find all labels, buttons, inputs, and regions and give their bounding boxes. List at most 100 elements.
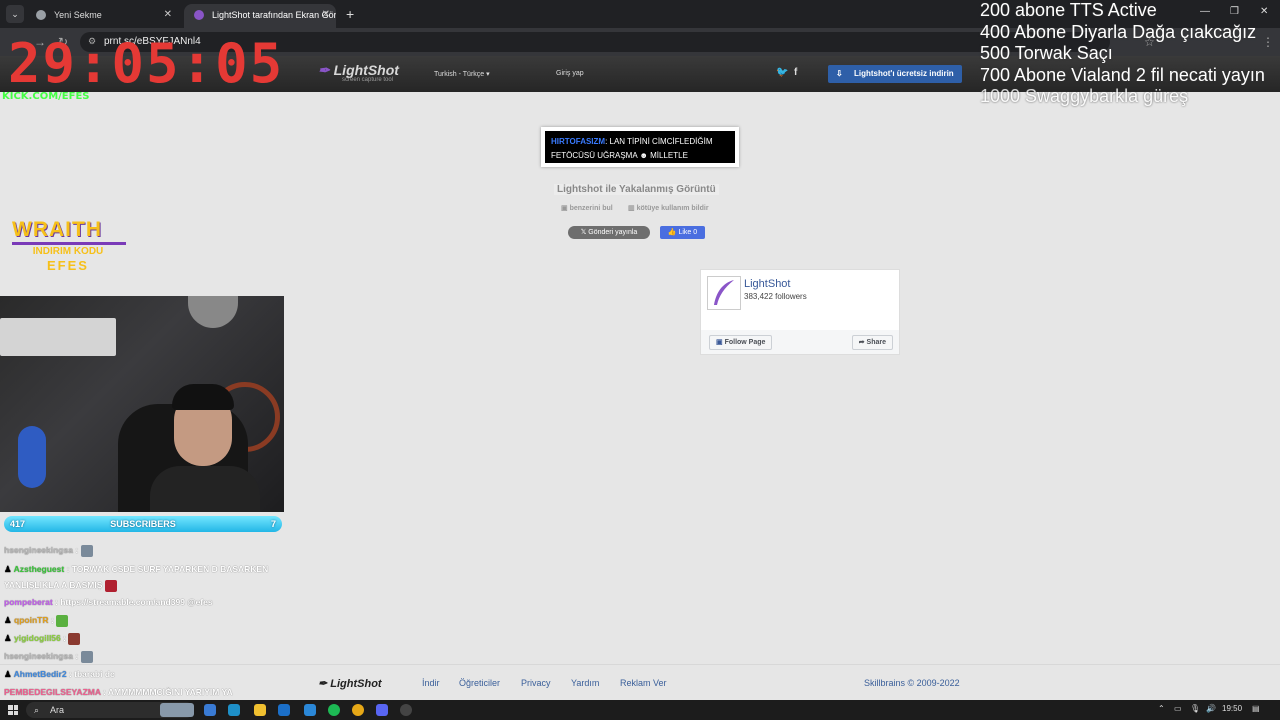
- footer-link-download[interactable]: İndir: [422, 678, 440, 688]
- emote-icon: [80, 544, 93, 557]
- screenshot-text: MİLLETLE: [650, 151, 688, 160]
- webcam-feed: [0, 296, 284, 512]
- file-explorer-icon[interactable]: [254, 704, 266, 716]
- notification-icon[interactable]: ▤: [1252, 704, 1260, 713]
- microphone: [18, 426, 46, 488]
- report-abuse-link[interactable]: ▥ kötüye kullanım bildir: [628, 204, 709, 212]
- follow-page-button[interactable]: ▣ Follow Page: [709, 335, 773, 350]
- facebook-like-button[interactable]: 👍 Like 0: [660, 226, 705, 239]
- share-button[interactable]: ➦ Share: [851, 335, 893, 350]
- find-similar-link[interactable]: ▣ benzerini bul: [561, 204, 613, 212]
- chat-username: yigidogill56: [14, 633, 61, 643]
- chat-message: ♟ AhmetBedir2 : tbarabi dc: [4, 667, 300, 685]
- copyright-text: © 2009-2022: [905, 678, 960, 688]
- chat-message: ♟ qpoinTR :: [4, 613, 300, 631]
- air-conditioner: [0, 318, 116, 356]
- outlook-icon[interactable]: [278, 704, 290, 716]
- language-label: Turkish - Türkçe: [434, 71, 485, 78]
- tray-chevron-icon[interactable]: ⌃: [1158, 704, 1165, 713]
- like-label: Like 0: [678, 229, 698, 236]
- goal-item: 200 abone TTS Active: [980, 0, 1157, 20]
- tweet-button[interactable]: 𝕏 Gönderi yayınla: [568, 226, 650, 239]
- chat-text: : AMMMMMMCIĞINI YARIYIM YA: [100, 687, 233, 697]
- footer-link-advertise[interactable]: Reklam Ver: [620, 678, 667, 688]
- footer-logo[interactable]: ✒ LightShot: [318, 677, 382, 690]
- edge-icon[interactable]: [228, 704, 240, 716]
- twitter-icon[interactable]: 🐦: [776, 67, 788, 78]
- tab-label: Yeni Sekme: [54, 10, 102, 20]
- skillbrains-link[interactable]: Skillbrains: [864, 678, 905, 688]
- chat-message: hsengineekingsa :: [4, 649, 300, 667]
- chat-text: :: [48, 615, 57, 625]
- new-tab-button[interactable]: +: [346, 6, 354, 22]
- facebook-icon[interactable]: f: [794, 67, 797, 78]
- chrome-icon[interactable]: [352, 704, 364, 716]
- store-icon[interactable]: [304, 704, 316, 716]
- kick-channel-label: KICK.COM/EFES: [2, 91, 90, 102]
- chat-message: hsengineekingsa :: [4, 543, 300, 561]
- logo-tagline: screen capture tool: [342, 77, 394, 83]
- ceiling-light: [188, 296, 238, 328]
- page-title: Lightshot ile Yakalanmış Görüntü: [554, 184, 719, 195]
- tab-search-icon[interactable]: ⌄: [6, 5, 24, 23]
- footer-link-privacy[interactable]: Privacy: [521, 678, 551, 688]
- goal-item: 400 Abone Diyarla Dağa çıakcağız: [980, 21, 1257, 42]
- badge-icon: ♟: [4, 615, 12, 625]
- chat-message: pompeberat : https://streamable.com/and3…: [4, 595, 300, 613]
- network-icon[interactable]: ▭: [1174, 704, 1182, 713]
- language-select[interactable]: Turkish - Türkçe ▾: [434, 70, 490, 78]
- chat-username: PEMBEDEGILSEYAZMA: [4, 687, 101, 697]
- lightshot-avatar[interactable]: [707, 276, 741, 310]
- facebook-followers: 383,422 followers: [744, 292, 807, 301]
- emote-icon: [56, 614, 69, 627]
- obs-icon[interactable]: [400, 704, 412, 716]
- share-label: Share: [866, 339, 886, 346]
- sponsor-badge: WRAITH INDIRIM KODU EFES: [12, 218, 128, 273]
- facebook-action-bar: ▣ Follow Page ➦ Share: [701, 330, 899, 354]
- logo-text: LightShot: [333, 62, 399, 78]
- task-view-icon[interactable]: [204, 704, 216, 716]
- lightshot-logo[interactable]: ✒ LightShot screen capture tool: [318, 62, 399, 83]
- close-icon[interactable]: ✕: [164, 4, 172, 26]
- taskbar-clock[interactable]: 19:50: [1222, 704, 1242, 713]
- chat-text: :: [60, 633, 69, 643]
- microphone-icon[interactable]: 🎙: [1190, 704, 1200, 713]
- chat-text: : https://streamable.com/and399 @efes: [52, 597, 213, 607]
- streamer-hair: [172, 384, 234, 410]
- tab-lightshot[interactable]: LightShot tarafından Ekran Görü ✕: [184, 4, 336, 28]
- screenshot-username: HIRTOFASIZM: [551, 137, 606, 146]
- volume-icon[interactable]: 🔊: [1206, 704, 1216, 713]
- chat-username: qpoinTR: [14, 615, 49, 625]
- chat-message: PEMBEDEGILSEYAZMA : AMMMMMMCIĞINI YARIYI…: [4, 685, 300, 703]
- share-icon: ➦: [858, 339, 865, 346]
- sponsor-name: WRAITH: [12, 218, 102, 241]
- search-icon: ⌕: [34, 705, 40, 715]
- discount-code: EFES: [47, 258, 89, 273]
- chat-overlay: hsengineekingsa : ♟ Azstheguest : TORWAK…: [4, 543, 300, 703]
- report-abuse-label: kötüye kullanım bildir: [636, 205, 709, 212]
- login-link[interactable]: Giriş yap: [556, 70, 584, 77]
- chrome-icon: [36, 10, 46, 20]
- subscriber-label: SUBSCRIBERS: [110, 519, 176, 529]
- search-highlight-image[interactable]: [160, 703, 194, 717]
- windows-start-icon[interactable]: [8, 705, 18, 715]
- spotify-icon[interactable]: [328, 704, 340, 716]
- download-label: Lightshot'ı ücretsiz indirin: [854, 69, 954, 78]
- facebook-page-name[interactable]: LightShot: [744, 278, 790, 290]
- footer-link-help[interactable]: Yardım: [571, 678, 599, 688]
- close-icon[interactable]: ✕: [322, 4, 330, 26]
- download-button[interactable]: ⇩ Lightshot'ı ücretsiz indirin: [828, 65, 962, 83]
- trash-icon: ▥: [628, 205, 635, 212]
- tab-new-tab[interactable]: Yeni Sekme ✕: [26, 4, 178, 28]
- chat-text: : tbarabi dc: [66, 669, 115, 679]
- chat-username: AhmetBedir2: [13, 669, 67, 679]
- captured-screenshot[interactable]: HIRTOFASIZM: LAN TİPİNİ CİMCİFLEDİĞİM FE…: [541, 127, 739, 167]
- footer-link-tutorials[interactable]: Öğreticiler: [459, 678, 500, 688]
- discord-icon[interactable]: [376, 704, 388, 716]
- subscriber-goals: 200 abone TTS Active 400 Abone Diyarla D…: [980, 0, 1265, 108]
- goal-item: 1000 Swaggybarkla güreş: [980, 86, 1189, 106]
- facebook-page-card: LightShot 383,422 followers ▣ Follow Pag…: [700, 269, 900, 355]
- discount-label: INDIRIM KODU: [32, 246, 104, 257]
- footer-logo-text: LightShot: [330, 678, 382, 690]
- screenshot-text: : LAN TİPİNİ CİMCİFLEDİĞİM: [605, 137, 713, 146]
